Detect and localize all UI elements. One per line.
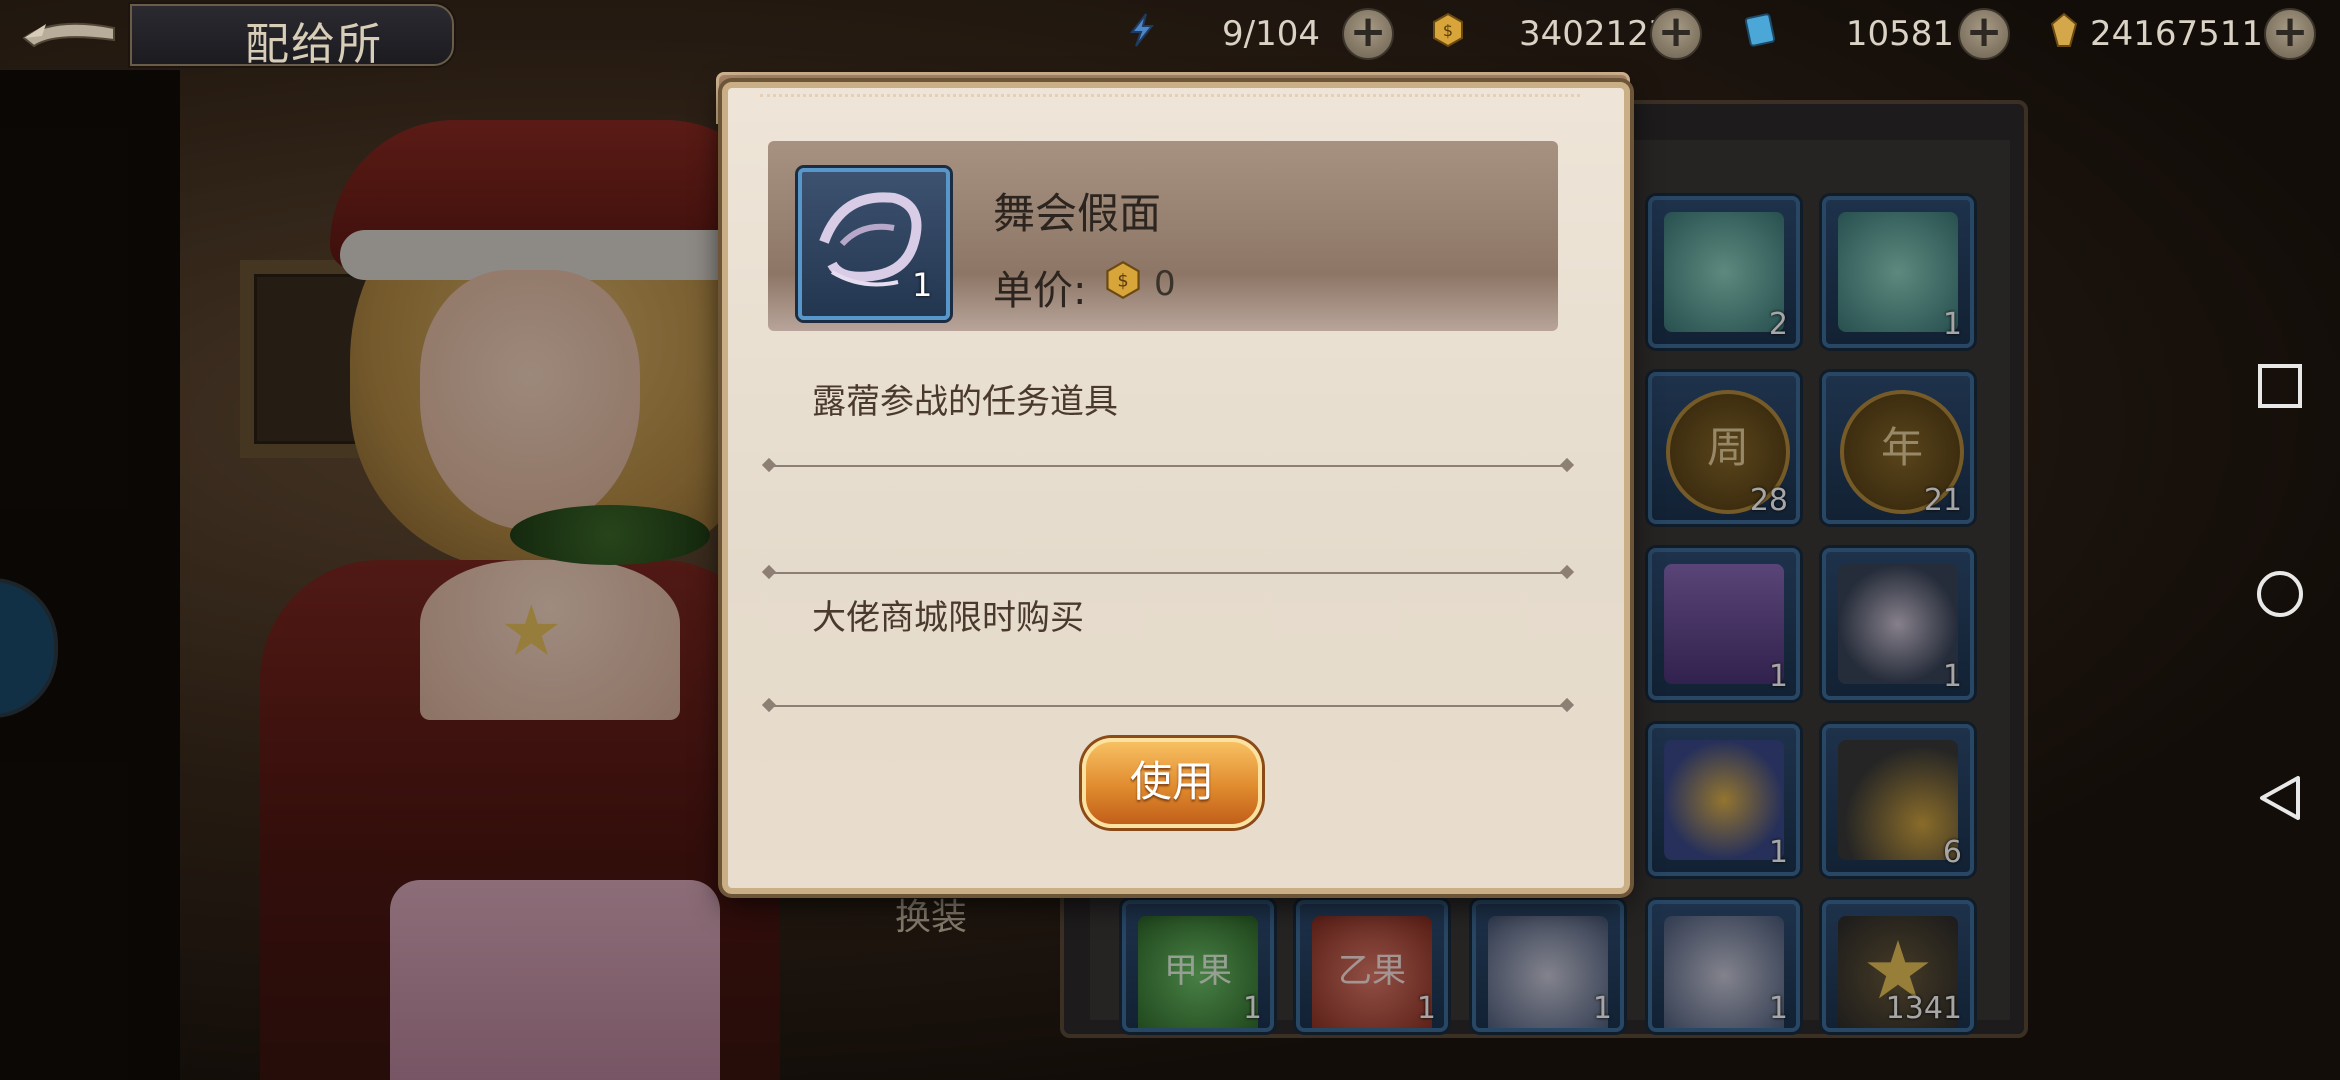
ticket-add-button[interactable]: + bbox=[1958, 8, 2010, 60]
back-icon[interactable] bbox=[2256, 774, 2304, 822]
divider bbox=[768, 572, 1568, 574]
lightning-icon bbox=[1129, 13, 1155, 47]
gold-coin-icon: $ bbox=[1106, 260, 1140, 300]
gold-add-button[interactable]: + bbox=[1650, 8, 1702, 60]
gem-icon bbox=[2050, 12, 2078, 47]
gold-coin-icon: $ bbox=[1433, 12, 1463, 48]
item-source: 大佬商城限时购买 bbox=[812, 598, 1084, 638]
price-value: 0 bbox=[1154, 264, 1176, 304]
use-button[interactable]: 使用 bbox=[1082, 738, 1262, 828]
recent-apps-icon[interactable] bbox=[2256, 362, 2304, 410]
home-icon[interactable] bbox=[2256, 570, 2304, 618]
divider bbox=[768, 705, 1568, 707]
ticket-icon bbox=[1744, 13, 1776, 47]
back-arrow-icon[interactable] bbox=[14, 6, 124, 58]
svg-text:$: $ bbox=[1443, 21, 1453, 40]
ticket-value: 10581 bbox=[1845, 14, 1954, 54]
price-label: 单价: bbox=[993, 268, 1087, 314]
gem-add-button[interactable]: + bbox=[2264, 8, 2316, 60]
item-name: 舞会假面 bbox=[993, 189, 1162, 238]
item-description: 露蓿参战的任务道具 bbox=[812, 382, 1118, 422]
svg-text:$: $ bbox=[1117, 272, 1128, 292]
item-count: 1 bbox=[912, 266, 933, 304]
dialog-decoration bbox=[760, 94, 1580, 101]
energy-add-button[interactable]: + bbox=[1342, 8, 1394, 60]
divider bbox=[768, 465, 1568, 467]
page-title: 配给所 bbox=[245, 19, 383, 70]
gem-value: 24167511 bbox=[2090, 14, 2264, 54]
energy-value: 9/104 bbox=[1222, 14, 1320, 54]
